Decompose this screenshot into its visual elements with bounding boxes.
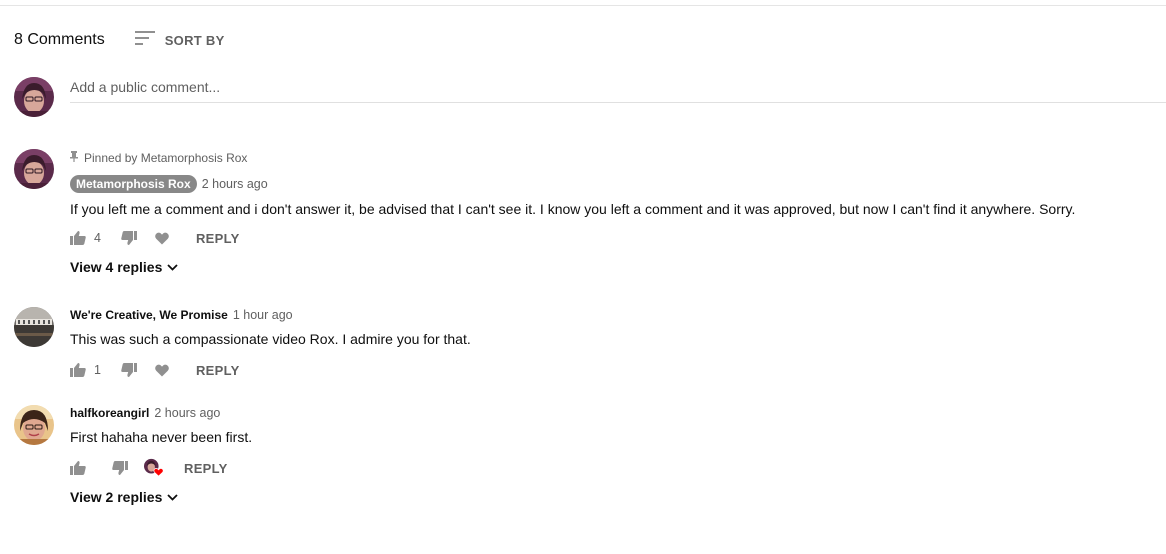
- view-replies-button[interactable]: View 2 replies: [70, 487, 252, 507]
- thumbs-down-icon: [112, 461, 128, 475]
- comment-timestamp[interactable]: 2 hours ago: [202, 177, 268, 191]
- heart-button[interactable]: [155, 232, 169, 245]
- thumbs-up-icon: [70, 231, 86, 245]
- like-button[interactable]: [70, 363, 86, 377]
- dislike-button[interactable]: [121, 363, 137, 377]
- comment-actions: 4 REPLY: [70, 226, 1075, 250]
- heart-icon: [153, 468, 164, 477]
- pinned-indicator: Pinned by Metamorphosis Rox: [70, 150, 1075, 166]
- thumbs-down-icon: [121, 231, 137, 245]
- view-replies-label: View 4 replies: [70, 259, 163, 275]
- thumbs-up-icon: [70, 461, 86, 475]
- heart-icon: [155, 364, 169, 376]
- pin-icon: [70, 151, 78, 165]
- like-button[interactable]: [70, 231, 86, 245]
- comment-text: If you left me a comment and i don't ans…: [70, 201, 1076, 217]
- add-comment-input[interactable]: [70, 77, 670, 97]
- add-comment-box[interactable]: [70, 75, 1166, 103]
- comment-text: This was such a compassionate video Rox.…: [70, 331, 471, 347]
- reply-button[interactable]: REPLY: [184, 461, 228, 476]
- comment-text: First hahaha never been first.: [70, 429, 253, 445]
- comment-author-avatar[interactable]: [14, 149, 54, 189]
- comment-actions: REPLY: [70, 456, 252, 480]
- creator-heart-badge[interactable]: [144, 458, 164, 478]
- current-user-avatar[interactable]: [14, 77, 54, 117]
- comment-author-avatar[interactable]: [14, 307, 54, 347]
- view-replies-button[interactable]: View 4 replies: [70, 257, 1075, 277]
- comment-header: halfkoreangirl 2 hours ago: [70, 403, 252, 423]
- reply-button[interactable]: REPLY: [196, 231, 240, 246]
- comment-header: We're Creative, We Promise 1 hour ago: [70, 305, 471, 325]
- heart-icon: [155, 232, 169, 244]
- like-button[interactable]: [70, 461, 86, 475]
- sort-by-button[interactable]: SORT BY: [134, 30, 225, 50]
- comment-actions: 1 REPLY: [70, 358, 471, 382]
- comment-author-name[interactable]: halfkoreangirl: [70, 406, 149, 420]
- heart-button[interactable]: [155, 364, 169, 377]
- comment-timestamp[interactable]: 1 hour ago: [233, 308, 293, 322]
- top-divider: [0, 5, 1166, 6]
- comment-thread: Pinned by Metamorphosis Rox Metamorphosi…: [70, 150, 1075, 277]
- view-replies-label: View 2 replies: [70, 489, 163, 505]
- comment-author-name[interactable]: We're Creative, We Promise: [70, 308, 228, 322]
- chevron-down-icon: [167, 263, 178, 271]
- thumbs-up-icon: [70, 363, 86, 377]
- like-count: 1: [94, 363, 101, 377]
- comments-header: 8 Comments SORT BY: [14, 29, 225, 51]
- pinned-label: Pinned by Metamorphosis Rox: [84, 151, 248, 165]
- comment-thread: halfkoreangirl 2 hours ago First hahaha …: [70, 403, 252, 507]
- like-count: 4: [94, 231, 101, 245]
- sort-icon: [134, 30, 155, 50]
- sort-by-label: SORT BY: [164, 32, 225, 48]
- comment-author-name[interactable]: Metamorphosis Rox: [70, 175, 197, 193]
- chevron-down-icon: [167, 493, 178, 501]
- dislike-button[interactable]: [121, 231, 137, 245]
- comment-timestamp[interactable]: 2 hours ago: [154, 406, 220, 420]
- thumbs-down-icon: [121, 363, 137, 377]
- comment-count: 8 Comments: [14, 31, 105, 48]
- reply-button[interactable]: REPLY: [196, 363, 240, 378]
- comment-thread: We're Creative, We Promise 1 hour ago Th…: [70, 305, 471, 382]
- dislike-button[interactable]: [112, 461, 128, 475]
- comment-author-avatar[interactable]: [14, 405, 54, 445]
- comment-header: Metamorphosis Rox 2 hours ago: [70, 174, 1075, 194]
